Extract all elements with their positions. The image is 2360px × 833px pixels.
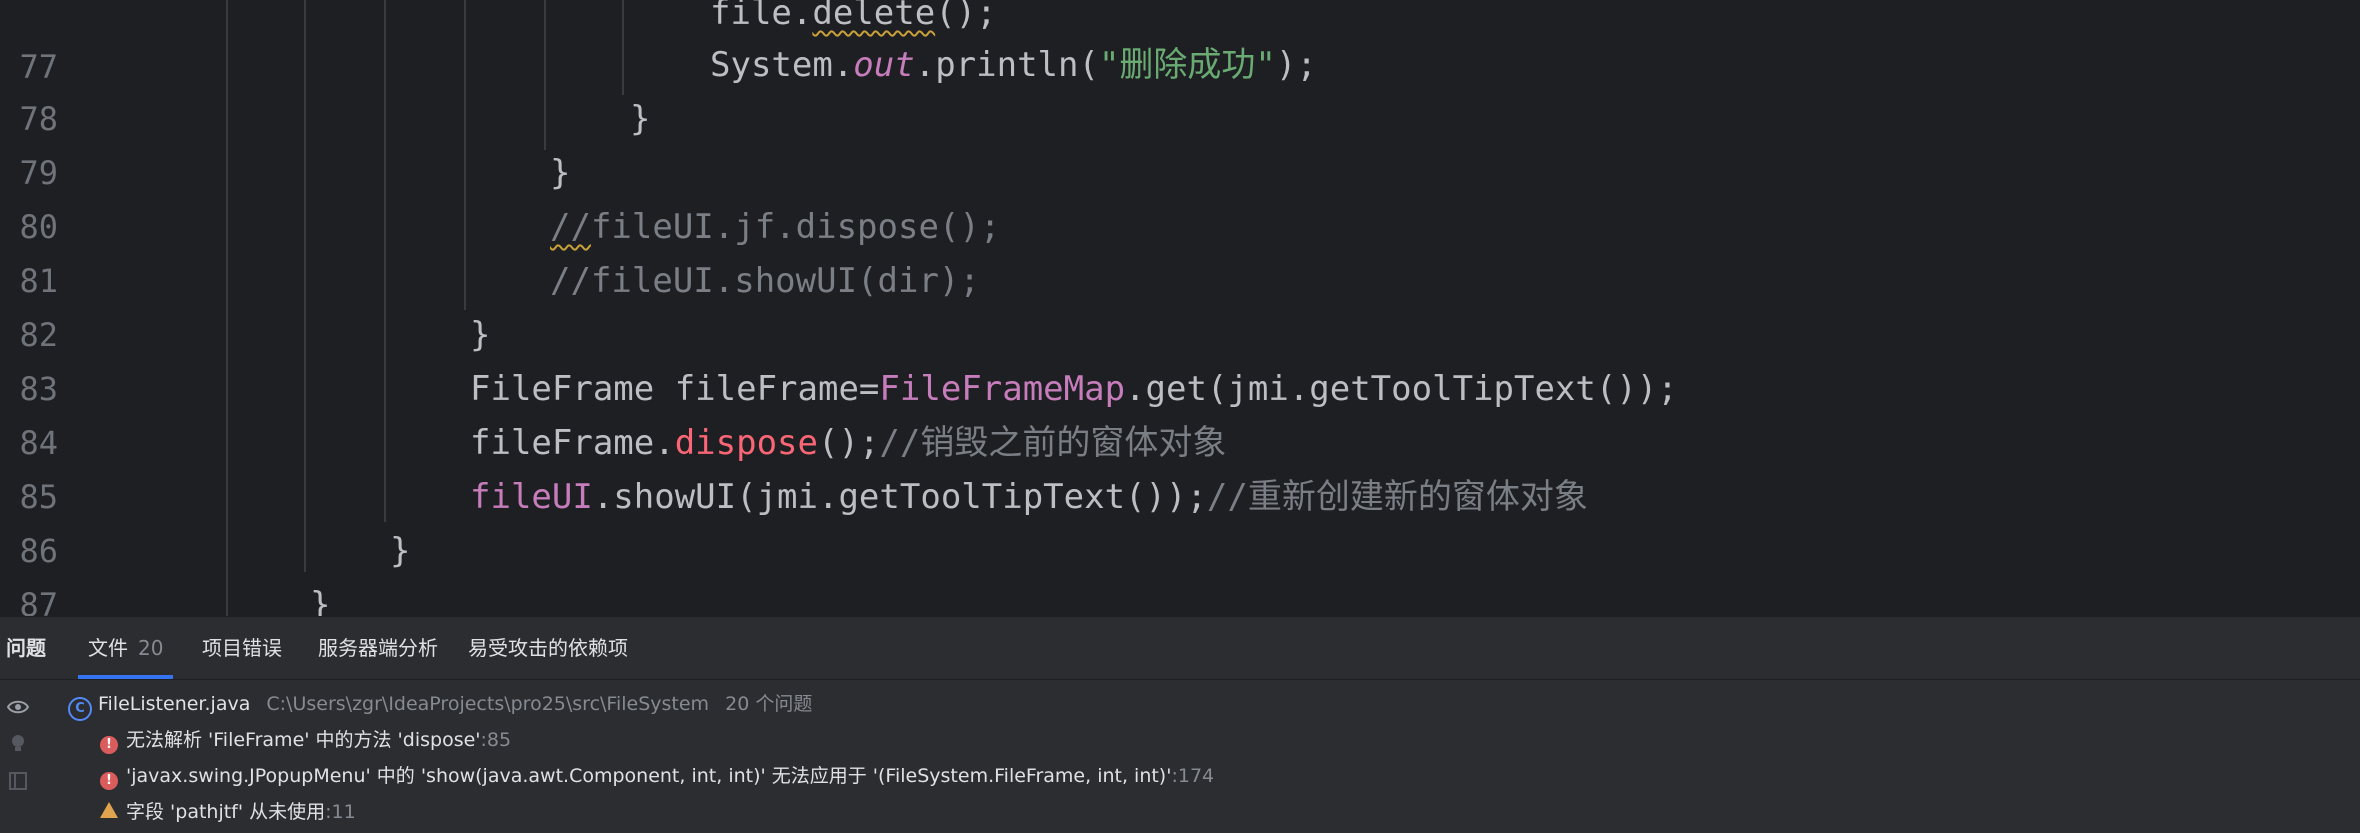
- code-line[interactable]: 86 fileUI.showUI(jmi.getToolTipText());/…: [0, 470, 2360, 570]
- problem-item[interactable]: 字段 'pathjtf' 从未使用:11: [100, 797, 356, 827]
- code-text: }: [390, 531, 411, 571]
- tab-project-errors[interactable]: 项目错误: [202, 617, 282, 679]
- tab-file[interactable]: 文件 20: [77, 617, 174, 679]
- problem-file-summary: 20 个问题: [725, 693, 813, 715]
- code-line[interactable]: 85 fileFrame.dispose();//销毁之前的窗体对象: [0, 416, 2360, 516]
- tab-vulnerable-deps[interactable]: 易受攻击的依赖项: [468, 617, 628, 679]
- panel-icon[interactable]: [6, 769, 30, 793]
- code-line[interactable]: 84 FileFrame fileFrame=FileFrameMap.get(…: [0, 362, 2360, 462]
- code-text: fileFrame.dispose();//销毁之前的窗体对象: [470, 423, 1227, 463]
- code-line[interactable]: 80 }: [0, 146, 2360, 246]
- code-text: file.delete();: [710, 0, 997, 33]
- code-text: //fileUI.showUI(dir);: [550, 261, 980, 301]
- code-text: }: [310, 585, 331, 616]
- problem-text: 'javax.swing.JPopupMenu' 中的 'show(java.a…: [126, 765, 1172, 787]
- problems-tab-bar: 问题 文件 20 项目错误 服务器端分析 易受攻击的依赖项: [0, 617, 2360, 680]
- code-text: }: [550, 153, 571, 193]
- code-text: fileUI.showUI(jmi.getToolTipText());//重新…: [470, 477, 1588, 517]
- problem-text: 字段 'pathjtf' 从未使用: [126, 801, 326, 823]
- code-line[interactable]: 79 }: [0, 92, 2360, 192]
- tab-file-label: 文件: [88, 636, 128, 660]
- tab-file-count: 20: [138, 636, 164, 660]
- error-icon: !: [100, 772, 118, 790]
- code-line[interactable]: 87 }: [0, 524, 2360, 616]
- code-text: }: [630, 99, 651, 139]
- code-line[interactable]: 81 //fileUI.jf.dispose();: [0, 200, 2360, 300]
- code-line[interactable]: 77 file.delete();: [0, 0, 2360, 86]
- problem-line: :174: [1171, 765, 1215, 787]
- code-text: //fileUI.jf.dispose();: [550, 207, 1001, 247]
- code-text: }: [470, 315, 491, 355]
- problem-file-row[interactable]: C FileListener.java C:\Users\zgr\IdeaProj…: [68, 689, 812, 721]
- tab-problems[interactable]: 问题: [6, 617, 46, 679]
- problem-text: 无法解析 'FileFrame' 中的方法 'dispose': [126, 729, 481, 751]
- problem-item[interactable]: ! 无法解析 'FileFrame' 中的方法 'dispose':85: [100, 725, 511, 755]
- problem-line: :11: [325, 801, 356, 823]
- code-line[interactable]: 82 //fileUI.showUI(dir);: [0, 254, 2360, 354]
- code-text: FileFrame fileFrame=FileFrameMap.get(jmi…: [470, 369, 1678, 409]
- warning-icon: [100, 802, 118, 818]
- eye-icon[interactable]: [6, 695, 30, 719]
- problem-item[interactable]: ! 'javax.swing.JPopupMenu' 中的 'show(java.…: [100, 761, 1214, 791]
- code-line[interactable]: 83 }: [0, 308, 2360, 408]
- java-class-icon: C: [68, 697, 92, 721]
- code-text: System.out.println("删除成功");: [710, 45, 1317, 85]
- tab-server-analysis[interactable]: 服务器端分析: [318, 617, 438, 679]
- problems-panel: 问题 文件 20 项目错误 服务器端分析 易受攻击的依赖项 C FileListen…: [0, 616, 2360, 833]
- bulb-icon[interactable]: [6, 731, 30, 755]
- problem-file-path: C:\Users\zgr\IdeaProjects\pro25\src\File…: [266, 693, 710, 715]
- code-line[interactable]: 78 System.out.println("删除成功");: [0, 38, 2360, 138]
- problem-file-name: FileListener.java: [98, 693, 251, 715]
- code-editor[interactable]: 77 file.delete(); 78 System.out.println(…: [0, 0, 2360, 616]
- error-icon: !: [100, 736, 118, 754]
- problem-line: :85: [480, 729, 512, 751]
- code-line[interactable]: 88 }: [0, 578, 2360, 616]
